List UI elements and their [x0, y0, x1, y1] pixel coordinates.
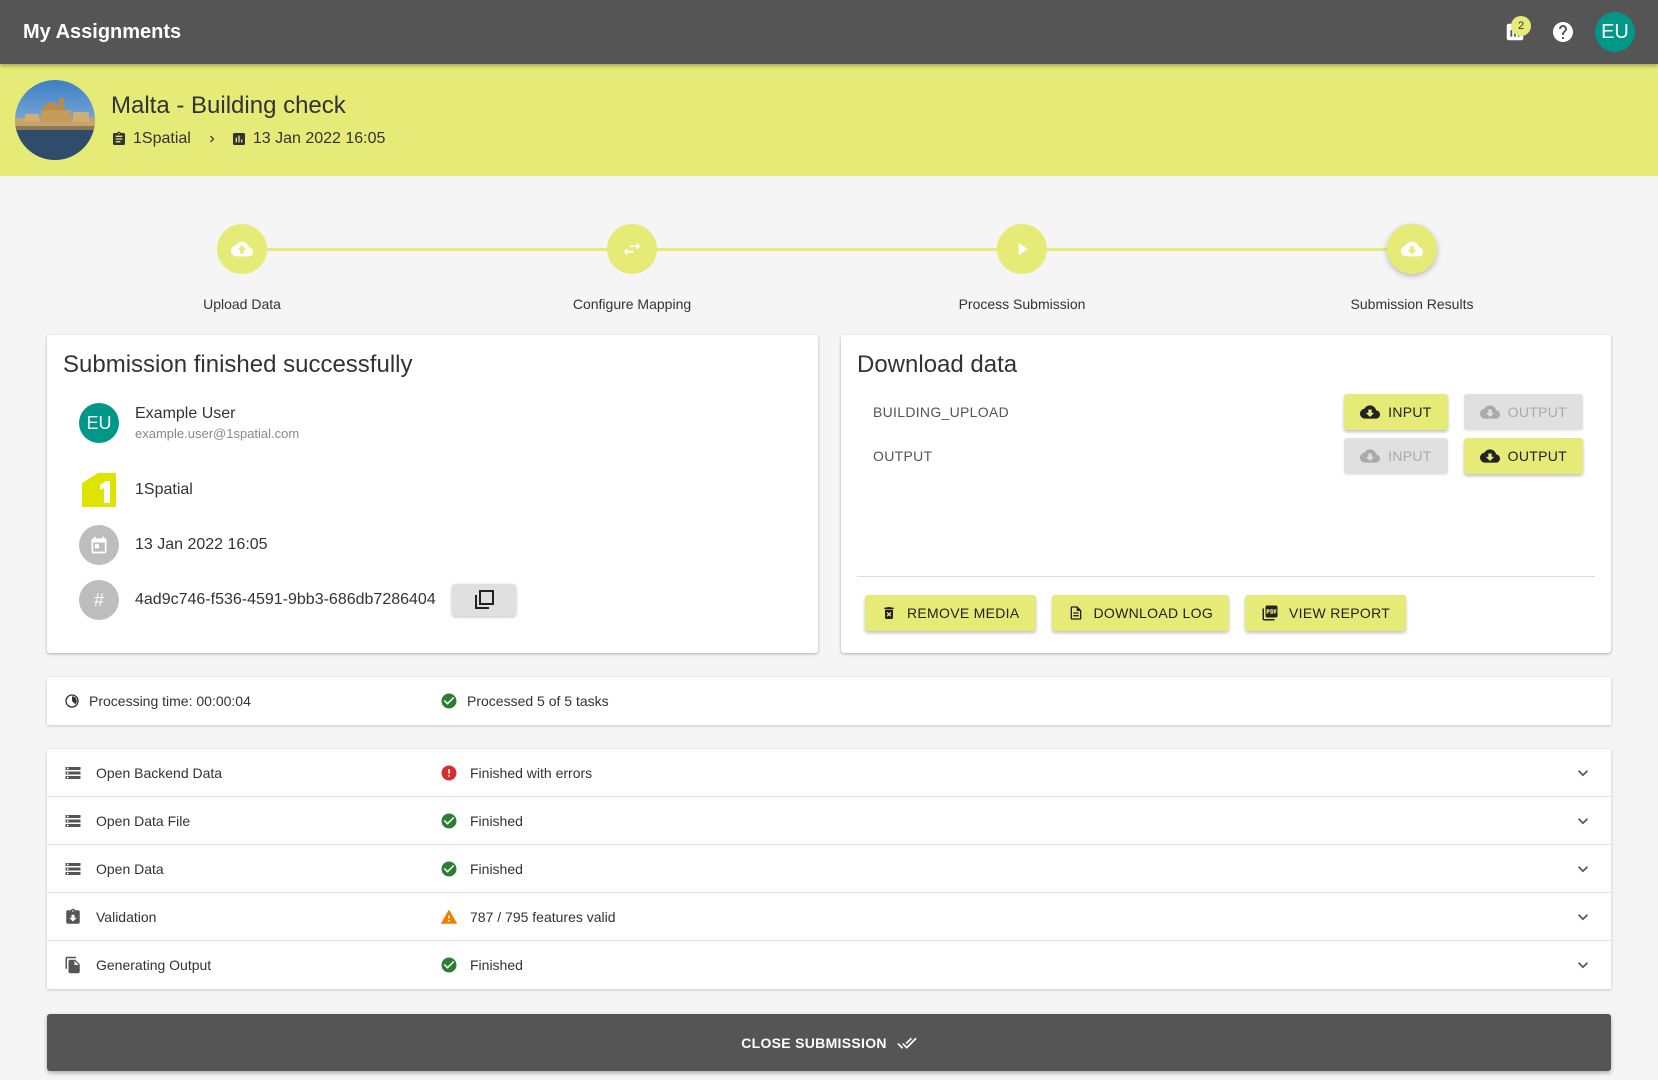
notification-badge: 2 — [1511, 16, 1531, 36]
clipboard-download-icon — [66, 908, 80, 924]
download-row: OUTPUT INPUT OUTPUT — [873, 436, 1583, 476]
step-process-submission[interactable]: Process Submission — [922, 220, 1122, 312]
timer-icon — [65, 694, 79, 708]
delete-icon — [884, 607, 894, 619]
chevron-down-icon[interactable] — [1573, 955, 1593, 975]
app-bar: My Assignments 2 EU — [0, 0, 1658, 64]
cloud-download-icon — [1360, 405, 1381, 419]
task-row-open-data-file[interactable]: Open Data File Finished — [47, 797, 1611, 845]
reports-button[interactable]: 2 — [1495, 12, 1535, 52]
download-actions: REMOVE MEDIA DOWNLOAD LOG VIEW REPORT — [865, 595, 1422, 631]
download-log-button[interactable]: DOWNLOAD LOG — [1051, 595, 1230, 631]
processing-time: Processing time: 00:00:04 — [89, 693, 251, 709]
task-row-open-backend-data[interactable]: Open Backend Data Finished with errors — [47, 749, 1611, 797]
download-output-button[interactable]: OUTPUT — [1463, 438, 1583, 474]
stepper-line — [242, 248, 1414, 251]
step-configure-mapping[interactable]: Configure Mapping — [532, 220, 732, 312]
submission-title: Submission finished successfully — [63, 351, 413, 378]
submission-date: 13 Jan 2022 16:05 — [135, 536, 268, 553]
swap-icon — [623, 242, 641, 256]
cloud-download-icon — [1479, 449, 1500, 463]
play-icon — [1018, 243, 1028, 255]
breadcrumb-organisation[interactable]: 1Spatial — [133, 130, 191, 148]
step-label: Upload Data — [203, 296, 281, 312]
chevron-down-icon[interactable] — [1573, 859, 1593, 879]
file-copy-icon — [65, 956, 80, 974]
page-title: Malta - Building check — [111, 92, 346, 119]
task-row-validation[interactable]: Validation 787 / 795 features valid — [47, 893, 1611, 941]
chevron-down-icon[interactable] — [1573, 907, 1593, 927]
task-row-open-data[interactable]: Open Data Finished — [47, 845, 1611, 893]
error-icon — [441, 765, 457, 780]
chevron-down-icon[interactable] — [1573, 763, 1593, 783]
download-input-button[interactable]: INPUT — [1344, 394, 1448, 430]
divider — [857, 576, 1595, 577]
close-submission-button[interactable]: CLOSE SUBMISSION — [47, 1014, 1611, 1071]
list-icon — [65, 814, 81, 827]
warning-icon — [440, 909, 458, 924]
app-title: My Assignments — [23, 20, 182, 43]
pdf-icon — [1262, 605, 1278, 621]
help-button[interactable] — [1543, 12, 1583, 52]
copy-id-button[interactable] — [451, 584, 516, 616]
organisation-row: 1Spatial — [79, 470, 193, 510]
dataset-name: OUTPUT — [873, 448, 933, 464]
step-upload-data[interactable]: Upload Data — [142, 220, 342, 312]
submitter-avatar: EU — [79, 403, 119, 443]
task-row-generating-output[interactable]: Generating Output Finished — [47, 941, 1611, 989]
submission-id: 4ad9c746-f536-4591-9bb3-686db7286404 — [135, 591, 436, 608]
1spatial-logo-icon — [82, 473, 116, 507]
check-circle-icon — [441, 957, 457, 973]
cloud-download-icon — [1479, 405, 1500, 419]
step-label: Submission Results — [1350, 296, 1474, 312]
cloud-download-icon — [1360, 449, 1381, 463]
clipboard-icon — [113, 131, 125, 145]
breadcrumb-datetime: 13 Jan 2022 16:05 — [252, 130, 386, 147]
chevron-down-icon[interactable] — [1573, 811, 1593, 831]
view-report-button[interactable]: VIEW REPORT — [1245, 595, 1407, 631]
assignment-header: Malta - Building check 1Spatial 13 Jan 2… — [0, 64, 1658, 176]
step-label: Process Submission — [958, 296, 1086, 312]
download-card: Download data BUILDING_UPLOAD INPUT OUTP… — [841, 335, 1611, 653]
submitter-name: Example User — [135, 405, 236, 422]
organisation-name: 1Spatial — [135, 481, 193, 498]
chevron-right-icon — [209, 135, 215, 143]
breadcrumb: 1Spatial 13 Jan 2022 16:05 — [111, 130, 385, 148]
list-icon — [65, 862, 81, 875]
chart-icon — [232, 133, 245, 145]
organisation-logo — [79, 470, 119, 510]
date-row: 13 Jan 2022 16:05 — [79, 525, 268, 565]
cloud-download-icon — [1401, 241, 1423, 257]
submission-stepper: Upload Data Configure Mapping Process Su… — [46, 220, 1610, 312]
processing-summary: Processing time: 00:00:04 Processed 5 of… — [47, 677, 1611, 725]
submitter-email: example.user@1spatial.com — [135, 426, 300, 441]
cloud-upload-icon — [231, 241, 253, 257]
check-circle-icon — [441, 861, 457, 876]
document-icon — [1070, 606, 1081, 620]
list-icon — [65, 766, 81, 779]
copy-icon — [474, 590, 494, 609]
processed-count: Processed 5 of 5 tasks — [467, 693, 609, 709]
hash-icon: # — [79, 580, 119, 620]
assignment-thumbnail — [15, 80, 95, 160]
help-icon — [1553, 22, 1573, 42]
submission-id-row: # 4ad9c746-f536-4591-9bb3-686db7286404 — [79, 580, 516, 620]
dataset-name: BUILDING_UPLOAD — [873, 404, 1009, 420]
download-title: Download data — [857, 351, 1018, 378]
user-avatar[interactable]: EU — [1595, 12, 1635, 52]
submission-card: Submission finished successfully EU Exam… — [47, 335, 818, 653]
download-input-button-disabled[interactable]: INPUT — [1344, 438, 1448, 474]
remove-media-button[interactable]: REMOVE MEDIA — [865, 595, 1036, 631]
double-check-icon — [897, 1037, 917, 1049]
calendar-icon — [91, 536, 107, 554]
submitter-row: EU Example User example.user@1spatial.co… — [79, 403, 299, 443]
check-circle-icon — [441, 813, 457, 828]
download-output-button-disabled[interactable]: OUTPUT — [1463, 394, 1583, 430]
step-submission-results[interactable]: Submission Results — [1312, 220, 1512, 312]
step-label: Configure Mapping — [572, 296, 692, 312]
check-circle-icon — [441, 693, 457, 709]
download-row: BUILDING_UPLOAD INPUT OUTPUT — [873, 392, 1583, 432]
task-list: Open Backend Data Finished with errors O… — [47, 749, 1611, 989]
